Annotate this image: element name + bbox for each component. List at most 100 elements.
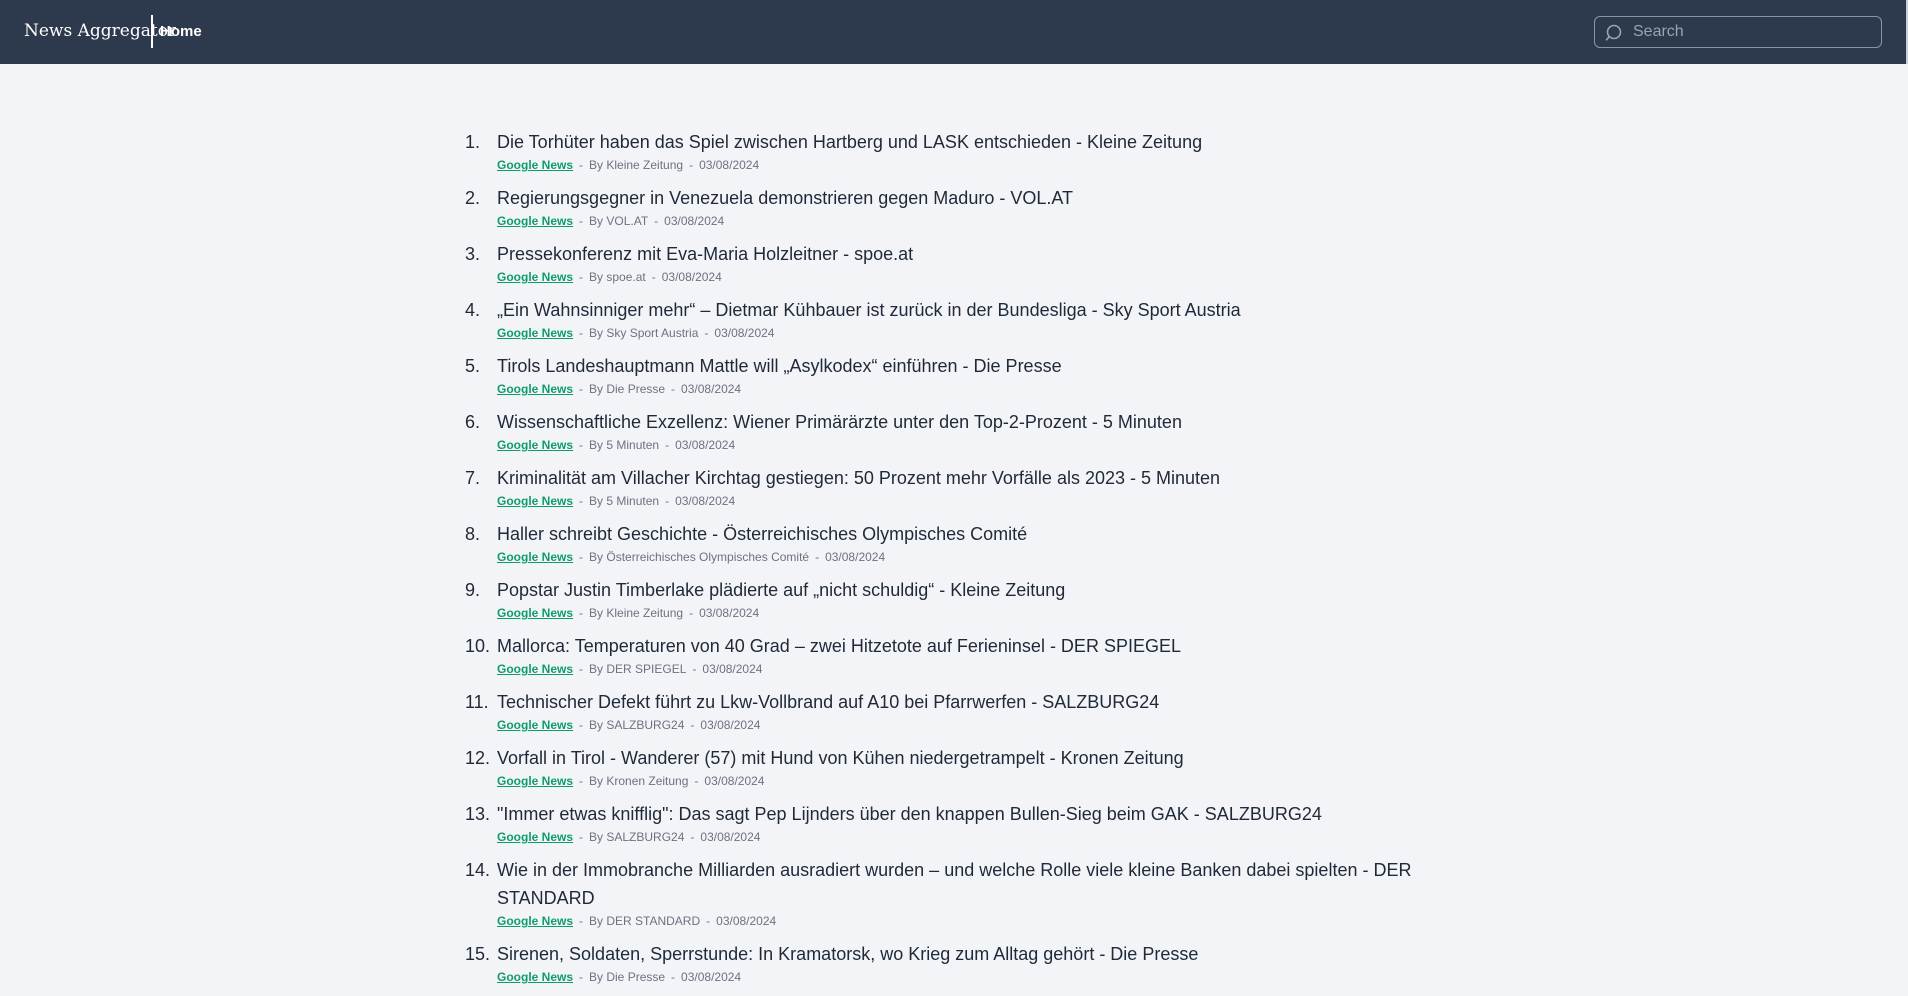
news-author: By DER STANDARD bbox=[589, 914, 701, 928]
news-source-link[interactable]: Google News bbox=[497, 774, 573, 788]
news-title-link[interactable]: Wie in der Immobranche Milliarden ausrad… bbox=[497, 856, 1465, 912]
news-title-link[interactable]: Kriminalität am Villacher Kirchtag gesti… bbox=[497, 464, 1465, 492]
news-author: By Kronen Zeitung bbox=[589, 774, 689, 788]
meta-separator: - bbox=[665, 494, 670, 508]
news-meta: Google News - By Die Presse -03/08/2024 bbox=[497, 968, 1465, 986]
meta-separator: - bbox=[579, 158, 584, 172]
news-number: 3. bbox=[465, 244, 481, 264]
news-title-link[interactable]: "Immer etwas knifflig": Das sagt Pep Lij… bbox=[497, 800, 1465, 828]
news-number: 11. bbox=[465, 692, 489, 712]
news-source-link[interactable]: Google News bbox=[497, 158, 573, 172]
news-title-link[interactable]: Popstar Justin Timberlake plädierte auf … bbox=[497, 576, 1465, 604]
news-date: 03/08/2024 bbox=[661, 270, 722, 284]
news-item: 3. Pressekonferenz mit Eva-Maria Holzleit… bbox=[465, 240, 1465, 286]
meta-separator: - bbox=[579, 914, 584, 928]
meta-separator: - bbox=[690, 830, 695, 844]
meta-separator: - bbox=[651, 270, 656, 284]
brand-logo[interactable]: News Aggregator bbox=[24, 20, 176, 42]
news-item: 7. Kriminalität am Villacher Kirchtag ges… bbox=[465, 464, 1465, 510]
news-title-link[interactable]: Pressekonferenz mit Eva-Maria Holzleitne… bbox=[497, 240, 1465, 268]
news-source-link[interactable]: Google News bbox=[497, 214, 573, 228]
meta-separator: - bbox=[815, 550, 820, 564]
news-date: 03/08/2024 bbox=[700, 718, 761, 732]
news-source-link[interactable]: Google News bbox=[497, 718, 573, 732]
meta-separator: - bbox=[665, 438, 670, 452]
main-content: 1. Die Torhüter haben das Spiel zwischen … bbox=[0, 64, 1906, 993]
news-meta: Google News - By DER STANDARD -03/08/2024 bbox=[497, 912, 1465, 930]
news-source-link[interactable]: Google News bbox=[497, 830, 573, 844]
news-source-link[interactable]: Google News bbox=[497, 550, 573, 564]
news-meta: Google News - By 5 Minuten -03/08/2024 bbox=[497, 436, 1465, 454]
news-source-link[interactable]: Google News bbox=[497, 494, 573, 508]
news-title-link[interactable]: Regierungsgegner in Venezuela demonstrie… bbox=[497, 184, 1465, 212]
news-source-link[interactable]: Google News bbox=[497, 382, 573, 396]
search-box[interactable] bbox=[1594, 16, 1882, 48]
news-number: 15. bbox=[465, 944, 491, 964]
news-meta: Google News - By DER SPIEGEL -03/08/2024 bbox=[497, 660, 1465, 678]
meta-separator: - bbox=[704, 326, 709, 340]
meta-separator: - bbox=[671, 382, 676, 396]
news-number: 4. bbox=[465, 300, 481, 320]
news-title-link[interactable]: „Ein Wahnsinniger mehr“ – Dietmar Kühbau… bbox=[497, 296, 1465, 324]
news-date: 03/08/2024 bbox=[825, 550, 886, 564]
news-author: By VOL.AT bbox=[589, 214, 649, 228]
news-meta: Google News - By Die Presse -03/08/2024 bbox=[497, 380, 1465, 398]
news-title-link[interactable]: Tirols Landeshauptmann Mattle will „Asyl… bbox=[497, 352, 1465, 380]
news-title-link[interactable]: Mallorca: Temperaturen von 40 Grad – zwe… bbox=[497, 632, 1465, 660]
news-date: 03/08/2024 bbox=[664, 214, 725, 228]
news-item: 11. Technischer Defekt führt zu Lkw-Vollb… bbox=[465, 688, 1465, 734]
news-author: By 5 Minuten bbox=[589, 494, 660, 508]
news-date: 03/08/2024 bbox=[699, 158, 760, 172]
news-source-link[interactable]: Google News bbox=[497, 270, 573, 284]
meta-separator: - bbox=[689, 606, 694, 620]
news-number: 14. bbox=[465, 860, 491, 880]
nav-home-link[interactable]: Home bbox=[160, 22, 202, 42]
meta-separator: - bbox=[690, 718, 695, 732]
news-title-link[interactable]: Wissenschaftliche Exzellenz: Wiener Prim… bbox=[497, 408, 1465, 436]
news-title-link[interactable]: Die Torhüter haben das Spiel zwischen Ha… bbox=[497, 128, 1465, 156]
meta-separator: - bbox=[671, 970, 676, 984]
news-date: 03/08/2024 bbox=[700, 830, 761, 844]
meta-separator: - bbox=[579, 970, 584, 984]
search-input[interactable] bbox=[1633, 17, 1875, 47]
news-meta: Google News - By 5 Minuten -03/08/2024 bbox=[497, 492, 1465, 510]
news-item: 6. Wissenschaftliche Exzellenz: Wiener Pr… bbox=[465, 408, 1465, 454]
news-source-link[interactable]: Google News bbox=[497, 914, 573, 928]
news-source-link[interactable]: Google News bbox=[497, 662, 573, 676]
news-number: 5. bbox=[465, 356, 481, 376]
news-number: 10. bbox=[465, 636, 491, 656]
meta-separator: - bbox=[579, 494, 584, 508]
meta-separator: - bbox=[706, 914, 711, 928]
nav-divider bbox=[151, 15, 153, 48]
meta-separator: - bbox=[579, 606, 584, 620]
news-item: 5. Tirols Landeshauptmann Mattle will „As… bbox=[465, 352, 1465, 398]
news-item: 1. Die Torhüter haben das Spiel zwischen … bbox=[465, 128, 1465, 174]
news-date: 03/08/2024 bbox=[716, 914, 777, 928]
top-navbar: News Aggregator Home bbox=[0, 0, 1908, 64]
news-title-link[interactable]: Haller schreibt Geschichte - Österreichi… bbox=[497, 520, 1465, 548]
news-item: 10. Mallorca: Temperaturen von 40 Grad – … bbox=[465, 632, 1465, 678]
news-title-link[interactable]: Vorfall in Tirol - Wanderer (57) mit Hun… bbox=[497, 744, 1465, 772]
news-number: 12. bbox=[465, 748, 491, 768]
news-title-link[interactable]: Technischer Defekt führt zu Lkw-Vollbran… bbox=[497, 688, 1465, 716]
news-date: 03/08/2024 bbox=[714, 326, 775, 340]
news-meta: Google News - By SALZBURG24-03/08/2024 bbox=[497, 828, 1465, 846]
news-date: 03/08/2024 bbox=[699, 606, 760, 620]
news-source-link[interactable]: Google News bbox=[497, 326, 573, 340]
news-meta: Google News - By Kleine Zeitung -03/08/2024 bbox=[497, 156, 1465, 174]
news-item: 9. Popstar Justin Timberlake plädierte au… bbox=[465, 576, 1465, 622]
meta-separator: - bbox=[692, 662, 697, 676]
news-item: 8. Haller schreibt Geschichte - Österreic… bbox=[465, 520, 1465, 566]
news-source-link[interactable]: Google News bbox=[497, 606, 573, 620]
news-source-link[interactable]: Google News bbox=[497, 438, 573, 452]
news-item: 14. Wie in der Immobranche Milliarden aus… bbox=[465, 856, 1465, 930]
news-item: 13. "Immer etwas knifflig": Das sagt Pep … bbox=[465, 800, 1465, 846]
news-item: 12. Vorfall in Tirol - Wanderer (57) mit … bbox=[465, 744, 1465, 790]
news-date: 03/08/2024 bbox=[681, 382, 742, 396]
news-title-link[interactable]: Sirenen, Soldaten, Sperrstunde: In Krama… bbox=[497, 940, 1465, 968]
news-author: By 5 Minuten bbox=[589, 438, 660, 452]
news-author: By Kleine Zeitung bbox=[589, 606, 684, 620]
news-source-link[interactable]: Google News bbox=[497, 970, 573, 984]
news-date: 03/08/2024 bbox=[675, 494, 736, 508]
news-meta: Google News - By Kleine Zeitung -03/08/2024 bbox=[497, 604, 1465, 622]
